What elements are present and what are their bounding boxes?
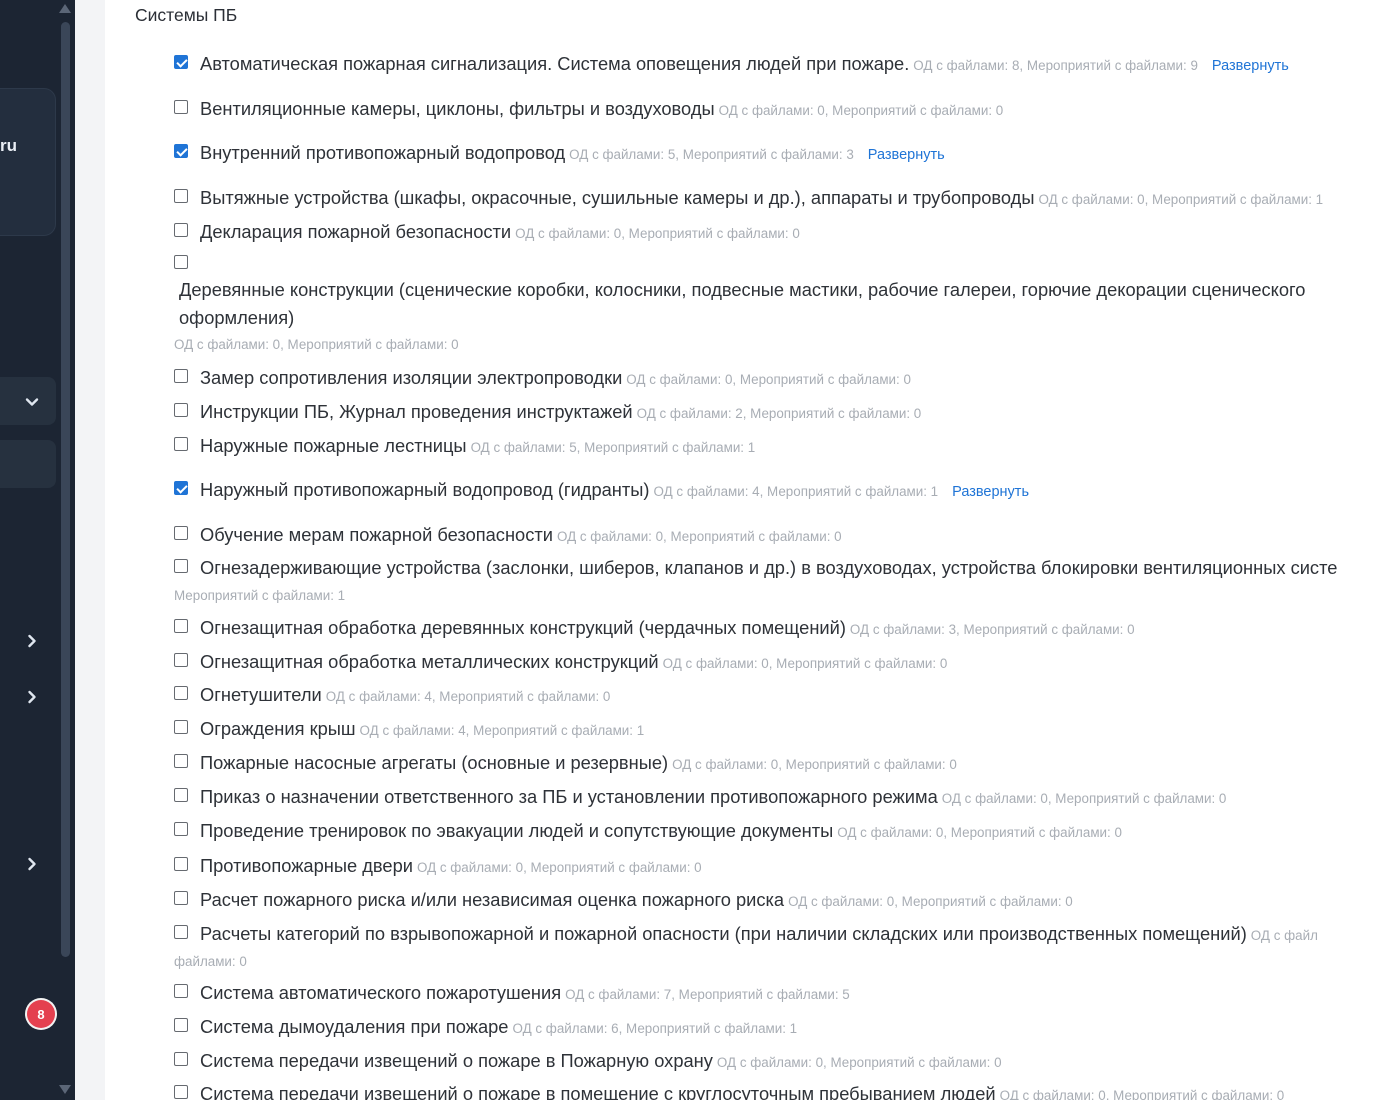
item-meta: Мероприятий с файлами: 1 xyxy=(174,588,346,603)
item-label: Ограждения крыш xyxy=(200,718,356,739)
item-meta: ОД с файлами: 5, Мероприятий с файлами: … xyxy=(569,147,854,162)
item-checkbox[interactable] xyxy=(174,653,188,667)
item-label: Декларация пожарной безопасности xyxy=(200,221,512,242)
main-content: Системы ПБ Автоматическая пожарная сигна… xyxy=(105,0,1400,1100)
item-label: Расчет пожарного риска и/или независимая… xyxy=(200,889,785,910)
item-label: Система дымоудаления при пожаре xyxy=(200,1016,509,1037)
item-checkbox[interactable] xyxy=(174,223,188,237)
item-meta: ОД с файлами: 2, Мероприятий с файлами: … xyxy=(636,406,922,421)
chevron-right-icon[interactable] xyxy=(22,687,42,707)
item-checkbox[interactable] xyxy=(174,720,188,734)
item-checkbox[interactable] xyxy=(174,189,188,203)
item-meta: ОД с файлами: 0, Мероприятий с файлами: … xyxy=(788,894,1073,909)
item-meta: ОД с файлами: 0, Мероприятий с файлами: … xyxy=(718,103,1004,118)
item-label: Инструкции ПБ, Журнал проведения инструк… xyxy=(200,401,633,422)
item-meta: ОД с файлами: 4, Мероприятий с файлами: … xyxy=(359,723,645,738)
item-checkbox[interactable] xyxy=(174,857,188,871)
chevron-down-icon[interactable] xyxy=(22,392,42,412)
item-label: Расчеты категорий по взрывопожарной и по… xyxy=(200,923,1247,944)
item-label: Система передачи извещений о пожаре в По… xyxy=(200,1050,713,1071)
item-checkbox[interactable] xyxy=(174,754,188,768)
item-label: Приказ о назначении ответственного за ПБ… xyxy=(200,786,938,807)
item-meta-continued: файлами: 0 xyxy=(174,954,247,969)
item-meta: ОД с файлами: 0, Мероприятий с файлами: … xyxy=(416,860,702,875)
item-meta: ОД с файл xyxy=(1250,928,1318,943)
item-meta: ОД с файлами: 0, Мероприятий с файлами: … xyxy=(999,1088,1285,1100)
item-label-line-2: оформления) xyxy=(179,307,295,328)
item-checkbox[interactable] xyxy=(174,369,188,383)
item-label: Огнезащитная обработка металлических кон… xyxy=(200,651,659,672)
item-label: Обучение мерам пожарной безопасности xyxy=(200,524,553,545)
item-label: Противопожарные двери xyxy=(200,855,413,876)
item-checkbox[interactable] xyxy=(174,925,188,939)
item-meta: ОД с файлами: 0, Мероприятий с файлами: … xyxy=(662,656,948,671)
item-checkbox[interactable] xyxy=(174,55,188,69)
item-label: Автоматическая пожарная сигнализация. Си… xyxy=(200,53,910,74)
item-checkbox[interactable] xyxy=(174,686,188,700)
item-checkbox[interactable] xyxy=(174,1085,188,1099)
item-meta: ОД с файлами: 0, Мероприятий с файлами: … xyxy=(515,226,800,241)
item-label: Вентиляционные камеры, циклоны, фильтры … xyxy=(200,98,715,119)
item-meta: ОД с файлами: 0, Мероприятий с файлами: … xyxy=(626,372,911,387)
item-label: Замер сопротивления изоляции электропров… xyxy=(200,367,623,388)
item-checkbox[interactable] xyxy=(174,559,188,573)
item-meta: ОД с файлами: 3, Мероприятий с файлами: … xyxy=(849,622,1135,637)
item-meta: ОД с файлами: 5, Мероприятий с файлами: … xyxy=(470,440,756,455)
chevron-right-icon[interactable] xyxy=(22,631,42,651)
sidebar: ru 8 xyxy=(0,0,75,1100)
item-label: Система передачи извещений о пожаре в по… xyxy=(200,1083,996,1100)
section-title: Системы ПБ xyxy=(135,5,238,25)
item-meta: ОД с файлами: 0, Мероприятий с файлами: … xyxy=(1038,192,1324,207)
item-label: Наружные пожарные лестницы xyxy=(200,435,467,456)
item-checkbox[interactable] xyxy=(174,891,188,905)
notification-badge[interactable]: 8 xyxy=(27,1000,55,1028)
item-meta: ОД с файлами: 6, Мероприятий с файлами: … xyxy=(512,1021,798,1036)
item-label: Вытяжные устройства (шкафы, окрасочные, … xyxy=(200,187,1035,208)
item-checkbox[interactable] xyxy=(174,144,188,158)
item-checkbox[interactable] xyxy=(174,100,188,114)
expand-link[interactable]: Развернуть xyxy=(1212,58,1289,74)
item-checkbox[interactable] xyxy=(174,255,188,269)
item-meta: ОД с файлами: 0, Мероприятий с файлами: … xyxy=(941,791,1227,806)
item-label: Наружный противопожарный водопровод (гид… xyxy=(200,479,650,500)
item-label: Проведение тренировок по эвакуации людей… xyxy=(200,820,834,841)
item-label: Огнезащитная обработка деревянных констр… xyxy=(200,617,846,638)
item-checkbox[interactable] xyxy=(174,788,188,802)
content-gutter xyxy=(75,0,105,1100)
item-meta: ОД с файлами: 0, Мероприятий с файлами: … xyxy=(837,825,1122,840)
item-label: Огнезадерживающие устройства (заслонки, … xyxy=(200,557,1338,578)
item-checkbox[interactable] xyxy=(174,984,188,998)
item-checkbox[interactable] xyxy=(174,619,188,633)
item-meta: ОД с файлами: 0, Мероприятий с файлами: … xyxy=(556,529,842,544)
item-label-line-1: Деревянные конструкции (сценические коро… xyxy=(179,279,1306,300)
item-label: Внутренний противопожарный водопровод xyxy=(200,142,566,163)
item-label: Огнетушители xyxy=(200,684,322,705)
item-checkbox[interactable] xyxy=(174,822,188,836)
item-meta: ОД с файлами: 0, Мероприятий с файлами: … xyxy=(174,337,459,352)
brand-text: ru xyxy=(0,136,17,155)
item-meta: ОД с файлами: 0, Мероприятий с файлами: … xyxy=(716,1055,1002,1070)
expand-link[interactable]: Развернуть xyxy=(952,484,1029,500)
scroll-down-arrow-icon[interactable] xyxy=(59,1085,71,1094)
item-meta: ОД с файлами: 8, Мероприятий с файлами: … xyxy=(913,58,1198,73)
sidebar-scrollbar-thumb[interactable] xyxy=(61,22,70,957)
scroll-up-arrow-icon[interactable] xyxy=(59,4,71,13)
sidebar-item-sub[interactable] xyxy=(0,440,56,488)
item-checkbox[interactable] xyxy=(174,403,188,417)
item-checkbox[interactable] xyxy=(174,526,188,540)
sidebar-brand-card[interactable] xyxy=(0,88,56,236)
item-checkbox[interactable] xyxy=(174,437,188,451)
item-meta: ОД с файлами: 7, Мероприятий с файлами: … xyxy=(565,987,850,1002)
item-checkbox[interactable] xyxy=(174,481,188,495)
item-meta: ОД с файлами: 4, Мероприятий с файлами: … xyxy=(653,484,939,499)
item-label: Система автоматического пожаротушения xyxy=(200,982,562,1003)
item-checkbox[interactable] xyxy=(174,1052,188,1066)
item-label: Пожарные насосные агрегаты (основные и р… xyxy=(200,752,669,773)
item-checkbox[interactable] xyxy=(174,1018,188,1032)
expand-link[interactable]: Развернуть xyxy=(868,147,945,163)
item-meta: ОД с файлами: 4, Мероприятий с файлами: … xyxy=(325,689,611,704)
item-meta: ОД с файлами: 0, Мероприятий с файлами: … xyxy=(672,757,957,772)
chevron-right-icon[interactable] xyxy=(22,854,42,874)
